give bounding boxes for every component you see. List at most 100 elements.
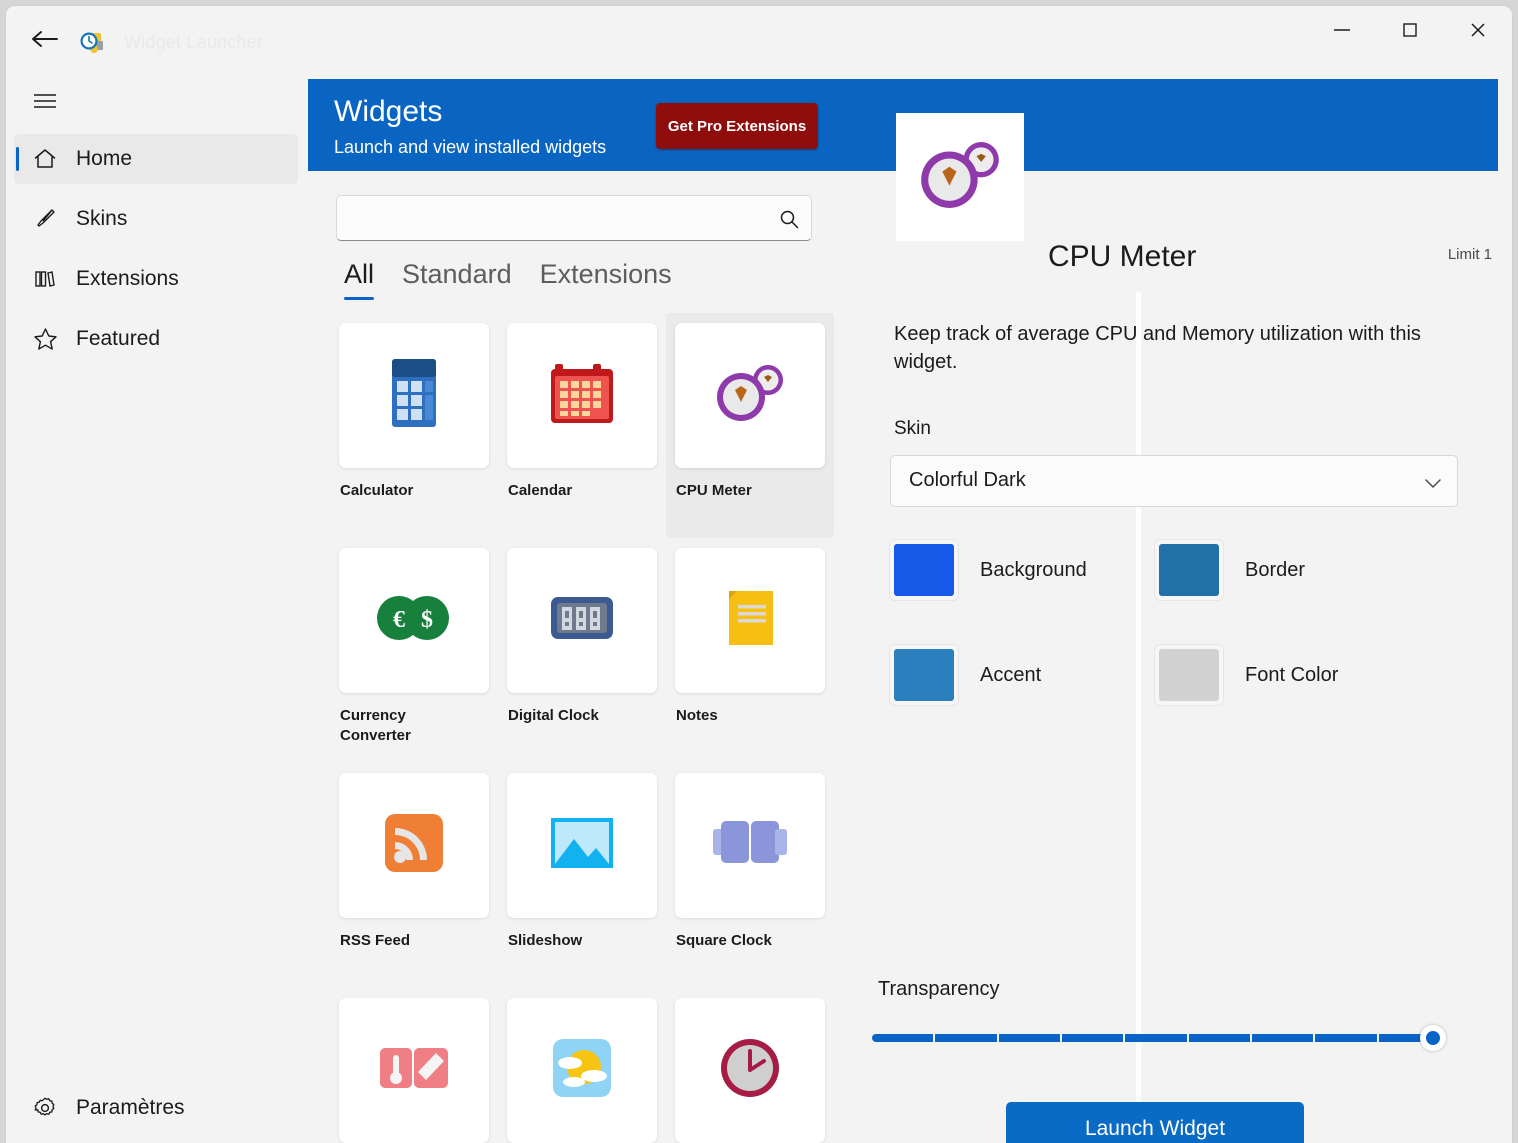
widget-tile: € $	[339, 548, 489, 693]
color-swatch-accent[interactable]	[890, 645, 958, 705]
widget-card-label: Slideshow	[508, 932, 583, 949]
window-controls	[1308, 6, 1512, 54]
tab-standard[interactable]: Standard	[388, 259, 526, 300]
calculator-icon	[386, 357, 442, 434]
widget-card-label: Calculator	[340, 482, 414, 499]
color-swatch-font-color[interactable]	[1155, 645, 1223, 705]
widget-card-calculator[interactable]: Calculator	[330, 313, 498, 538]
rss-feed-icon	[383, 812, 445, 879]
digital-clock-icon	[549, 593, 615, 648]
skin-dropdown[interactable]: Colorful Dark	[890, 455, 1458, 507]
title-bar: Widget Launcher	[6, 6, 1512, 70]
sidebar-item-extensions[interactable]: Extensions	[14, 254, 298, 304]
gear-icon	[14, 1095, 76, 1121]
window-title: Widget Launcher	[124, 32, 264, 52]
page-title: Widgets	[334, 95, 443, 128]
search-box[interactable]	[336, 195, 812, 241]
widget-tile	[339, 323, 489, 468]
color-chip	[1159, 544, 1219, 596]
widget-tile	[675, 773, 825, 918]
widget-card-weather[interactable]	[498, 988, 666, 1143]
color-label: Background	[980, 558, 1087, 581]
widget-tile	[507, 548, 657, 693]
widget-filter-tabs: All Standard Extensions	[330, 259, 686, 300]
books-icon	[14, 266, 76, 292]
search-icon[interactable]	[777, 207, 801, 231]
weather-icon	[552, 1038, 612, 1103]
color-label: Border	[1245, 558, 1306, 581]
skin-selected-value: Colorful Dark	[909, 469, 1026, 491]
slider-ticks	[872, 1034, 1440, 1042]
skin-label: Skin	[894, 418, 931, 439]
home-icon	[14, 146, 76, 172]
color-row-accent: Accent	[890, 645, 1155, 705]
widget-tile	[507, 998, 657, 1143]
cpu-meter-icon	[914, 135, 1006, 220]
widget-card-label: Calendar	[508, 482, 573, 499]
page-subtitle: Launch and view installed widgets	[334, 137, 607, 157]
widget-card-square-clock[interactable]: Square Clock	[666, 763, 834, 988]
hamburger-menu-icon	[32, 92, 58, 115]
chevron-down-icon	[1425, 476, 1441, 489]
widget-card-notes[interactable]: Notes	[666, 538, 834, 763]
calendar-icon	[547, 360, 617, 431]
widget-card-calendar[interactable]: Calendar	[498, 313, 666, 538]
detail-limit-badge: Limit 1	[1447, 246, 1492, 263]
get-pro-extensions-button[interactable]: Get Pro Extensions	[656, 103, 818, 149]
widget-tile	[675, 323, 825, 468]
back-button[interactable]	[20, 20, 68, 58]
minimize-button[interactable]	[1308, 6, 1376, 54]
widget-tile	[507, 773, 657, 918]
search-input[interactable]	[349, 196, 769, 240]
slider-thumb[interactable]	[1420, 1025, 1446, 1051]
unit-converter-icon	[378, 1040, 450, 1101]
transparency-slider[interactable]	[872, 1025, 1446, 1051]
color-swatch-background[interactable]	[890, 540, 958, 600]
widget-card-label: Currency Converter	[340, 707, 411, 744]
slideshow-icon	[550, 817, 614, 874]
widget-card-slideshow[interactable]: Slideshow	[498, 763, 666, 988]
menu-toggle-button[interactable]	[22, 82, 68, 124]
widget-list-column: All Standard Extensions Calculator Calen…	[308, 171, 841, 1143]
widget-card-label: Notes	[676, 707, 718, 724]
widget-tile	[339, 773, 489, 918]
widget-card-label: RSS Feed	[340, 932, 411, 949]
sidebar: Home Skins Extensions Featured Paramètre…	[6, 70, 308, 1143]
color-chip	[894, 649, 954, 701]
transparency-label: Transparency	[878, 978, 1000, 1000]
back-arrow-icon	[30, 29, 58, 49]
launch-widget-button[interactable]: Launch Widget	[1006, 1102, 1304, 1143]
notes-icon	[719, 585, 781, 656]
tab-all[interactable]: All	[330, 259, 388, 300]
sidebar-item-label: Extensions	[76, 267, 179, 290]
sidebar-item-home[interactable]: Home	[14, 134, 298, 184]
color-swatch-border[interactable]	[1155, 540, 1223, 600]
sidebar-item-featured[interactable]: Featured	[14, 314, 298, 364]
widget-card-rss-feed[interactable]: RSS Feed	[330, 763, 498, 988]
maximize-button[interactable]	[1376, 6, 1444, 54]
widget-card-digital-clock[interactable]: Digital Clock	[498, 538, 666, 763]
close-icon	[1468, 20, 1488, 40]
tab-extensions[interactable]: Extensions	[526, 259, 686, 300]
widget-tile	[507, 323, 657, 468]
widget-tile	[675, 998, 825, 1143]
cpu-meter-icon	[711, 359, 789, 432]
widget-tile	[339, 998, 489, 1143]
widget-card-currency-converter[interactable]: € $ Currency Converter	[330, 538, 498, 763]
color-row-font-color: Font Color	[1155, 645, 1420, 705]
sidebar-item-settings[interactable]: Paramètres	[14, 1083, 298, 1133]
widget-tile	[675, 548, 825, 693]
widget-card-label: Digital Clock	[508, 707, 599, 724]
color-label: Font Color	[1245, 663, 1339, 686]
color-row-background: Background	[890, 540, 1155, 600]
widget-detail-panel: CPU Meter Limit 1 Keep track of average …	[870, 70, 1498, 1143]
color-label: Accent	[980, 663, 1042, 686]
widget-card-analog-clock[interactable]	[666, 988, 834, 1143]
sidebar-item-skins[interactable]: Skins	[14, 194, 298, 244]
detail-widget-icon	[896, 113, 1024, 241]
widget-card-unit-converter[interactable]	[330, 988, 498, 1143]
close-button[interactable]	[1444, 6, 1512, 54]
widget-card-cpu-meter[interactable]: CPU Meter	[666, 313, 834, 538]
sidebar-item-label: Featured	[76, 327, 161, 350]
app-window: Widget Launcher Home Skins Extensions Fe…	[6, 6, 1512, 1143]
